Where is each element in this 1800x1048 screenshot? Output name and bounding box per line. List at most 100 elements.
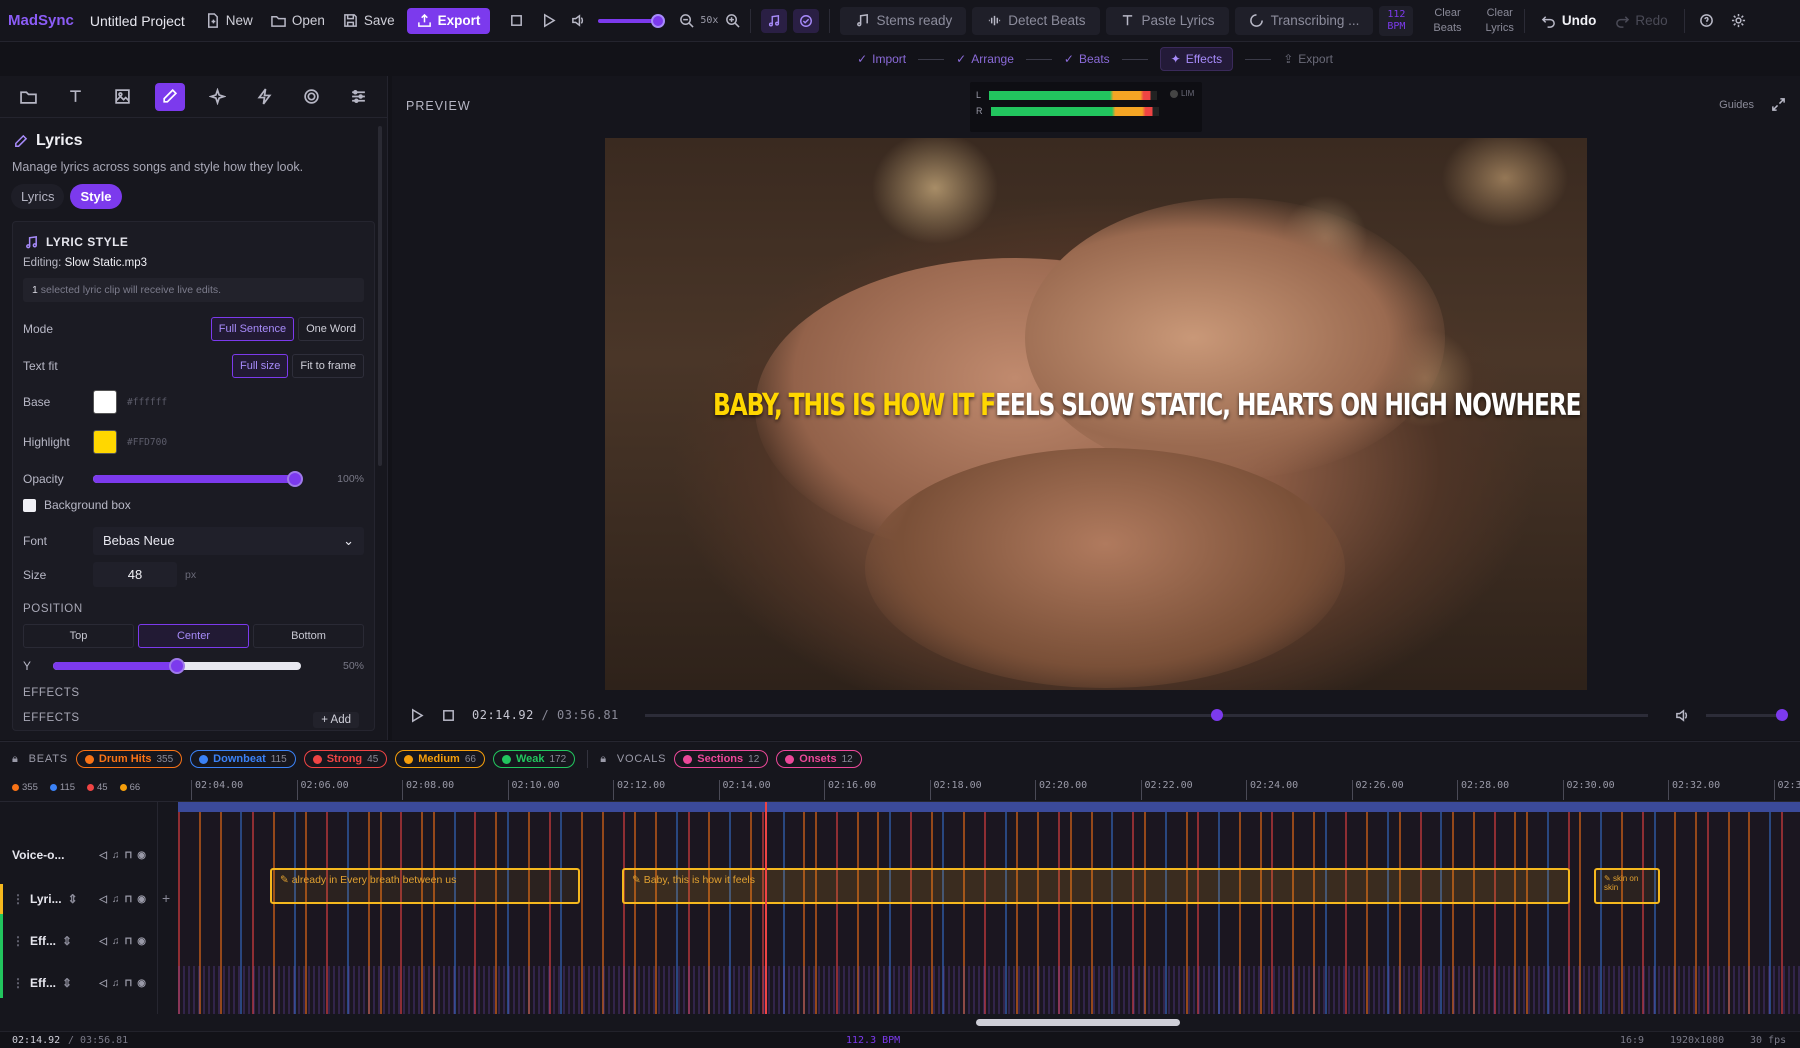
drag-handle-icon[interactable]: ⋮ xyxy=(12,934,24,948)
beat-sync-icon[interactable] xyxy=(793,8,820,33)
timeline-scrollbar[interactable] xyxy=(976,1019,1180,1026)
drag-handle-icon[interactable]: ⋮ xyxy=(12,976,24,990)
new-button[interactable]: New xyxy=(199,9,259,33)
text-icon[interactable] xyxy=(61,83,90,111)
lyrics-pen-icon[interactable] xyxy=(155,82,185,111)
lock-icon[interactable]: ⊓ xyxy=(124,936,132,947)
play-icon[interactable] xyxy=(540,13,556,29)
lyric-clip[interactable]: ✎ already in Every breath between us xyxy=(270,868,580,904)
add-effect-button[interactable]: + Add xyxy=(313,712,359,728)
beat-filter-drum-hits[interactable]: Drum Hits 355 xyxy=(75,750,183,768)
scrubber-handle[interactable] xyxy=(1210,708,1223,721)
fullscreen-icon[interactable] xyxy=(1770,96,1786,112)
speaker-icon[interactable]: ◁ xyxy=(99,936,107,947)
time-ruler[interactable]: 355 115 45 66 02:04.00 02:06.00 02:08.00 02… xyxy=(0,776,1800,802)
clear-lyrics-button[interactable]: Clear Lyrics xyxy=(1486,6,1514,36)
position-top[interactable]: Top xyxy=(23,624,134,648)
position-center[interactable]: Center xyxy=(138,624,249,648)
guides-toggle[interactable]: Guides xyxy=(1719,99,1754,111)
mode-full-sentence[interactable]: Full Sentence xyxy=(210,317,295,341)
save-button[interactable]: Save xyxy=(337,9,401,33)
detect-beats-button[interactable]: Detect Beats xyxy=(972,6,1100,35)
undo-button[interactable]: Undo xyxy=(1535,9,1603,33)
track-voice-over[interactable]: Voice-o... ◁ ♫ ⊓ ◉ xyxy=(0,840,158,870)
track-effects-1[interactable]: ⋮ Eff... ⇕ ◁ ♫ ⊓ ◉ xyxy=(0,926,158,956)
mode-one-word[interactable]: One Word xyxy=(298,317,364,341)
opacity-slider[interactable] xyxy=(93,471,303,487)
clear-beats-button[interactable]: Clear Beats xyxy=(1433,6,1461,36)
beat-filter-strong[interactable]: Strong 45 xyxy=(303,750,388,768)
zoom-slider[interactable] xyxy=(598,13,666,28)
step-import[interactable]: ✓ Import xyxy=(857,52,906,66)
beat-grid[interactable]: ✎ already in Every breath between us ✎ B… xyxy=(178,802,1800,1014)
stop-icon[interactable] xyxy=(440,707,456,723)
beat-filter-medium[interactable]: Medium 66 xyxy=(395,750,485,768)
y-slider[interactable] xyxy=(53,658,301,674)
fit-full-size[interactable]: Full size xyxy=(232,354,289,378)
base-color-swatch[interactable] xyxy=(93,390,117,414)
vocal-filter-sections[interactable]: Sections 12 xyxy=(674,750,769,768)
lock-icon[interactable]: 🔒︎ xyxy=(12,753,19,766)
eye-icon[interactable]: ◉ xyxy=(137,936,146,947)
image-icon[interactable] xyxy=(108,83,137,111)
volume-handle[interactable] xyxy=(1776,708,1788,721)
panel-scrollbar[interactable] xyxy=(378,126,382,466)
speaker-icon[interactable]: ◁ xyxy=(99,850,107,861)
eye-icon[interactable]: ◉ xyxy=(137,850,146,861)
open-button[interactable]: Open xyxy=(265,9,331,33)
font-select[interactable]: Bebas Neue ⌄ xyxy=(93,527,364,555)
track-effects-2[interactable]: ⋮ Eff... ⇕ ◁ ♫ ⊓ ◉ xyxy=(0,968,158,998)
video-frame[interactable]: BABY, THIS IS HOW IT FEELS SLOW STATIC, … xyxy=(605,138,1587,690)
beat-filter-weak[interactable]: Weak 172 xyxy=(492,750,576,768)
project-title[interactable]: Untitled Project xyxy=(90,13,185,29)
lock-icon[interactable]: ⊓ xyxy=(124,894,132,905)
chevron-updown-icon[interactable]: ⇕ xyxy=(68,892,78,906)
step-beats[interactable]: ✓ Beats xyxy=(1064,52,1110,66)
fit-to-frame[interactable]: Fit to frame xyxy=(292,354,364,378)
sliders-icon[interactable] xyxy=(344,83,373,111)
sparkles-icon[interactable] xyxy=(203,83,232,111)
lyric-clip[interactable]: ✎ skin on skin xyxy=(1594,868,1660,904)
export-button[interactable]: Export xyxy=(406,7,491,34)
speaker-icon[interactable]: ◁ xyxy=(99,894,107,905)
drag-handle-icon[interactable]: ⋮ xyxy=(12,892,24,906)
lock-icon[interactable]: ⊓ xyxy=(124,978,132,989)
step-export[interactable]: ⇪ Export xyxy=(1283,52,1333,66)
step-arrange[interactable]: ✓ Arrange xyxy=(956,52,1014,66)
lightning-icon[interactable] xyxy=(250,83,279,111)
target-icon[interactable] xyxy=(297,83,326,111)
eye-icon[interactable]: ◉ xyxy=(137,894,146,905)
step-effects[interactable]: ✦ Effects xyxy=(1159,47,1234,71)
paste-lyrics-button[interactable]: Paste Lyrics xyxy=(1105,6,1229,35)
playhead[interactable] xyxy=(765,802,767,1014)
highlight-color-swatch[interactable] xyxy=(93,430,117,454)
lock-icon[interactable]: 🔒︎ xyxy=(600,753,607,766)
zoom-in-icon[interactable] xyxy=(724,13,740,29)
volume-icon[interactable] xyxy=(570,13,586,29)
zoom-out-icon[interactable] xyxy=(678,13,694,29)
volume-slider[interactable] xyxy=(1706,708,1788,721)
eye-icon[interactable]: ◉ xyxy=(137,978,146,989)
size-input[interactable]: 48 xyxy=(93,562,177,587)
lyric-overlay[interactable]: BABY, THIS IS HOW IT FEELS SLOW STATIC, … xyxy=(713,388,1582,423)
background-box-checkbox[interactable] xyxy=(23,498,36,512)
beat-filter-downbeat[interactable]: Downbeat 115 xyxy=(190,750,296,768)
base-color-hex[interactable]: #ffffff xyxy=(127,397,167,408)
headphones-icon[interactable]: ♫ xyxy=(112,850,120,861)
volume-icon[interactable] xyxy=(1674,707,1690,723)
tab-style[interactable]: Style xyxy=(70,184,122,209)
highlight-color-hex[interactable]: #FFD700 xyxy=(127,437,167,448)
chevron-updown-icon[interactable]: ⇕ xyxy=(62,976,72,990)
add-track-button[interactable]: + xyxy=(162,890,170,906)
play-icon[interactable] xyxy=(408,707,424,723)
redo-button[interactable]: Redo xyxy=(1608,9,1673,33)
headphones-icon[interactable]: ♫ xyxy=(112,978,120,989)
lock-icon[interactable]: ⊓ xyxy=(124,850,132,861)
vocal-filter-onsets[interactable]: Onsets 12 xyxy=(776,750,862,768)
stems-ready-status[interactable]: Stems ready xyxy=(840,6,967,35)
speaker-icon[interactable]: ◁ xyxy=(99,978,107,989)
music-note-icon[interactable] xyxy=(761,8,788,33)
headphones-icon[interactable]: ♫ xyxy=(112,936,120,947)
limiter-indicator[interactable]: LIM xyxy=(1170,89,1194,98)
stop-icon[interactable] xyxy=(508,13,524,29)
